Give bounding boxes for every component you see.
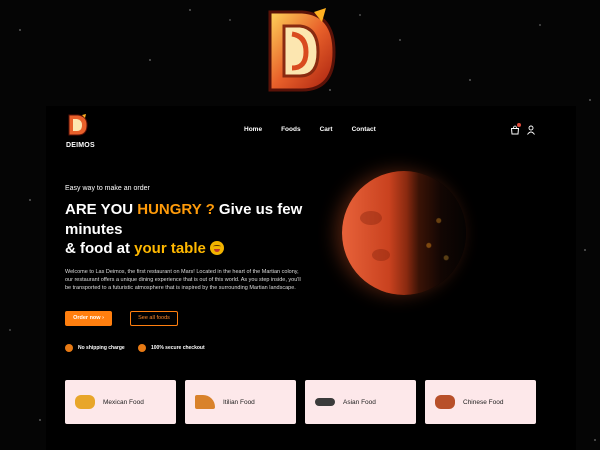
- feature-label: 100% secure checkout: [151, 345, 205, 351]
- nav-link-foods[interactable]: Foods: [281, 126, 301, 133]
- user-icon[interactable]: [526, 125, 536, 135]
- noodle-bowl-icon: [315, 398, 335, 406]
- mars-planet-image: [342, 171, 466, 295]
- yum-emoji-icon: [210, 241, 225, 255]
- planet-crater: [372, 249, 390, 261]
- hero-eyebrow: Easy way to make an order: [65, 185, 150, 192]
- pizza-icon: [195, 395, 215, 409]
- hero-description: Welcome to Las Deimos, the first restaur…: [65, 269, 301, 292]
- main-nav: Home Foods Cart Contact: [244, 126, 395, 133]
- category-label: Mexican Food: [103, 398, 144, 406]
- app-window: DEIMOS Home Foods Cart Contact Easy way …: [46, 106, 576, 450]
- planet-crater: [360, 211, 382, 225]
- category-label: Itilian Food: [223, 398, 255, 406]
- nav-link-contact[interactable]: Contact: [352, 126, 376, 133]
- food-category-list: Mexican Food Itilian Food Asian Food Chi…: [65, 380, 536, 424]
- truck-icon: [65, 344, 73, 352]
- category-card-mexican[interactable]: Mexican Food: [65, 380, 176, 424]
- order-now-button[interactable]: Order now ›: [65, 311, 112, 326]
- feature-no-shipping: No shipping charge: [65, 344, 125, 352]
- see-all-foods-button[interactable]: See all foods: [130, 311, 178, 326]
- headline-part3: & food at: [65, 240, 135, 257]
- category-card-chinese[interactable]: Chinese Food: [425, 380, 536, 424]
- category-card-italian[interactable]: Itilian Food: [185, 380, 296, 424]
- category-label: Asian Food: [343, 398, 376, 406]
- shield-icon: [138, 344, 146, 352]
- headline-hungry: HUNGRY ?: [137, 201, 215, 218]
- cart-badge: [517, 123, 521, 127]
- deimos-logo-small[interactable]: [67, 113, 89, 137]
- feature-secure-checkout: 100% secure checkout: [138, 344, 205, 352]
- headline-table: your table: [134, 240, 206, 257]
- headline-part1: ARE YOU: [65, 201, 138, 218]
- dumpling-bowl-icon: [435, 395, 455, 409]
- category-label: Chinese Food: [463, 398, 504, 406]
- hero-headline: ARE YOU HUNGRY ? Give us few minutes & f…: [65, 200, 335, 259]
- nav-link-home[interactable]: Home: [244, 126, 262, 133]
- category-card-asian[interactable]: Asian Food: [305, 380, 416, 424]
- feature-label: No shipping charge: [78, 345, 125, 351]
- taco-icon: [75, 395, 95, 409]
- deimos-logo-large: [268, 8, 336, 92]
- nav-link-cart[interactable]: Cart: [320, 126, 333, 133]
- brand-name: DEIMOS: [66, 142, 95, 149]
